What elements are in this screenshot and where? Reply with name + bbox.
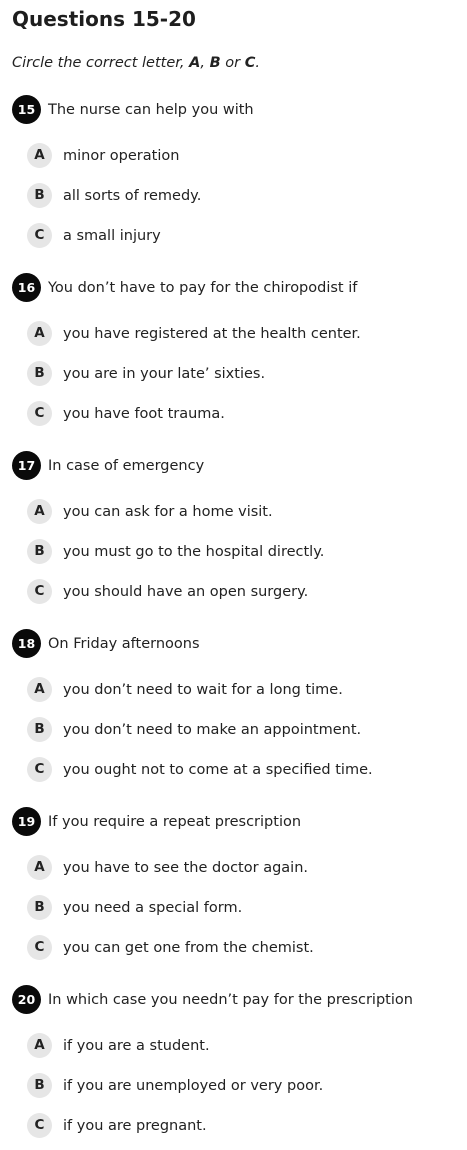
option-text: you have registered at the health center… bbox=[63, 326, 361, 342]
question-header: 20 In which case you needn’t pay for the… bbox=[12, 985, 462, 1015]
question-text: If you require a repeat prescription bbox=[48, 814, 302, 830]
option-text: you can ask for a home visit. bbox=[63, 504, 273, 520]
question-18: 18 On Friday afternoons A you don’t need… bbox=[12, 629, 462, 782]
option-16-b[interactable]: B you are in your late’ sixties. bbox=[27, 361, 457, 387]
option-text: you ought not to come at a specified tim… bbox=[63, 762, 373, 778]
option-18-b[interactable]: B you don’t need to make an appointment. bbox=[27, 717, 457, 743]
option-letter-badge[interactable]: C bbox=[27, 757, 52, 782]
option-letter-badge[interactable]: B bbox=[27, 539, 52, 564]
question-text: In case of emergency bbox=[48, 458, 205, 474]
option-letter-badge[interactable]: B bbox=[27, 717, 52, 742]
question-15: 15 The nurse can help you with A minor o… bbox=[12, 95, 462, 248]
instruction-separator: , bbox=[200, 55, 210, 71]
option-text: you have foot trauma. bbox=[63, 406, 225, 422]
option-19-c[interactable]: C you can get one from the chemist. bbox=[27, 935, 457, 961]
option-text: you must go to the hospital directly. bbox=[63, 544, 325, 560]
question-header: 18 On Friday afternoons bbox=[12, 629, 462, 659]
option-16-c[interactable]: C you have foot trauma. bbox=[27, 401, 457, 427]
option-text: you should have an open surgery. bbox=[63, 584, 309, 600]
instruction-letter-b: B bbox=[209, 55, 221, 71]
option-15-b[interactable]: B all sorts of remedy. bbox=[27, 183, 457, 209]
option-letter-badge[interactable]: C bbox=[27, 1113, 52, 1138]
instruction-separator: or bbox=[220, 55, 245, 71]
option-18-c[interactable]: C you ought not to come at a specified t… bbox=[27, 757, 457, 783]
instruction-text: Circle the correct letter, A, B or C. bbox=[12, 53, 260, 73]
option-18-a[interactable]: A you don’t need to wait for a long time… bbox=[27, 677, 457, 703]
option-letter-badge[interactable]: B bbox=[27, 183, 52, 208]
instruction-prefix: Circle the correct letter, bbox=[12, 55, 190, 71]
question-19: 19 If you require a repeat prescription … bbox=[12, 807, 462, 960]
option-text: if you are pregnant. bbox=[63, 1118, 207, 1134]
question-number-badge: 15 bbox=[12, 95, 41, 124]
question-page: Questions 15-20 Circle the correct lette… bbox=[0, 0, 467, 1150]
question-text: On Friday afternoons bbox=[48, 636, 200, 652]
option-letter-badge[interactable]: A bbox=[27, 677, 52, 702]
option-15-c[interactable]: C a small injury bbox=[27, 223, 457, 249]
option-letter-badge[interactable]: B bbox=[27, 361, 52, 386]
question-text: In which case you needn’t pay for the pr… bbox=[48, 992, 413, 1008]
option-17-a[interactable]: A you can ask for a home visit. bbox=[27, 499, 457, 525]
option-letter-badge[interactable]: A bbox=[27, 855, 52, 880]
option-text: if you are a student. bbox=[63, 1038, 210, 1054]
option-text: you don’t need to make an appointment. bbox=[63, 722, 362, 738]
option-text: a small injury bbox=[63, 228, 161, 244]
question-header: 17 In case of emergency bbox=[12, 451, 462, 481]
option-letter-badge[interactable]: A bbox=[27, 499, 52, 524]
question-header: 19 If you require a repeat prescription bbox=[12, 807, 462, 837]
option-20-b[interactable]: B if you are unemployed or very poor. bbox=[27, 1073, 457, 1099]
option-text: you are in your late’ sixties. bbox=[63, 366, 266, 382]
option-17-b[interactable]: B you must go to the hospital directly. bbox=[27, 539, 457, 565]
option-text: you need a special form. bbox=[63, 900, 243, 916]
option-text: minor operation bbox=[63, 148, 180, 164]
question-16: 16 You don’t have to pay for the chiropo… bbox=[12, 273, 462, 426]
question-number-badge: 20 bbox=[12, 985, 41, 1014]
option-text: you don’t need to wait for a long time. bbox=[63, 682, 343, 698]
option-letter-badge[interactable]: C bbox=[27, 223, 52, 248]
option-letter-badge[interactable]: B bbox=[27, 1073, 52, 1098]
option-text: you can get one from the chemist. bbox=[63, 940, 314, 956]
question-number-badge: 17 bbox=[12, 451, 41, 480]
option-letter-badge[interactable]: B bbox=[27, 895, 52, 920]
option-16-a[interactable]: A you have registered at the health cent… bbox=[27, 321, 457, 347]
option-19-a[interactable]: A you have to see the doctor again. bbox=[27, 855, 457, 881]
option-letter-badge[interactable]: A bbox=[27, 1033, 52, 1058]
option-text: if you are unemployed or very poor. bbox=[63, 1078, 324, 1094]
question-20: 20 In which case you needn’t pay for the… bbox=[12, 985, 462, 1138]
option-19-b[interactable]: B you need a special form. bbox=[27, 895, 457, 921]
option-letter-badge[interactable]: C bbox=[27, 401, 52, 426]
instruction-suffix: . bbox=[255, 55, 260, 71]
option-letter-badge[interactable]: A bbox=[27, 143, 52, 168]
option-15-a[interactable]: A minor operation bbox=[27, 143, 457, 169]
question-17: 17 In case of emergency A you can ask fo… bbox=[12, 451, 462, 604]
option-letter-badge[interactable]: A bbox=[27, 321, 52, 346]
question-header: 16 You don’t have to pay for the chiropo… bbox=[12, 273, 462, 303]
option-text: all sorts of remedy. bbox=[63, 188, 202, 204]
option-letter-badge[interactable]: C bbox=[27, 579, 52, 604]
question-header: 15 The nurse can help you with bbox=[12, 95, 462, 125]
option-letter-badge[interactable]: C bbox=[27, 935, 52, 960]
option-20-c[interactable]: C if you are pregnant. bbox=[27, 1113, 457, 1139]
question-number-badge: 16 bbox=[12, 273, 41, 302]
question-number-badge: 18 bbox=[12, 629, 41, 658]
question-text: The nurse can help you with bbox=[48, 102, 254, 118]
option-text: you have to see the doctor again. bbox=[63, 860, 308, 876]
option-17-c[interactable]: C you should have an open surgery. bbox=[27, 579, 457, 605]
page-title: Questions 15-20 bbox=[12, 7, 196, 31]
option-20-a[interactable]: A if you are a student. bbox=[27, 1033, 457, 1059]
instruction-letter-a: A bbox=[189, 55, 201, 71]
instruction-letter-c: C bbox=[244, 55, 256, 71]
question-text: You don’t have to pay for the chiropodis… bbox=[48, 280, 358, 296]
question-number-badge: 19 bbox=[12, 807, 41, 836]
